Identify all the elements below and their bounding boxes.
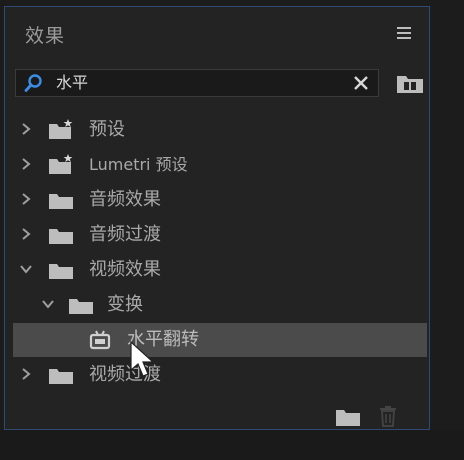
chevron-right-icon[interactable]	[19, 367, 33, 381]
tree-item-label: 视频效果	[89, 259, 161, 280]
outer-background	[0, 430, 464, 460]
tree-item-video-effects[interactable]: 视频效果	[5, 253, 429, 287]
preset-folder-icon	[49, 119, 73, 139]
tree-item-presets[interactable]: 预设	[5, 113, 429, 147]
tree-item-label: 预设	[89, 119, 125, 140]
tree-item-horizontal-flip[interactable]: 水平翻转	[13, 323, 427, 357]
close-icon[interactable]	[352, 74, 370, 92]
panel-title: 效果	[25, 25, 66, 47]
chevron-down-icon[interactable]	[41, 297, 55, 311]
tree-item-label: 音频效果	[89, 189, 161, 210]
search-value: 水平	[56, 73, 89, 92]
chevron-down-icon[interactable]	[19, 262, 33, 276]
effects-panel: 效果 水平 预设 Lumetri 预设 音频效果 音频过渡 视频效果 变换 水平…	[4, 6, 430, 430]
tree-item-audio-effects[interactable]: 音频效果	[5, 183, 429, 217]
chevron-right-icon[interactable]	[19, 192, 33, 206]
panel-footer	[5, 399, 431, 429]
tree-item-label: 变换	[107, 294, 143, 315]
trash-icon[interactable]	[377, 405, 399, 427]
tree-item-label: 音频过渡	[89, 224, 161, 245]
new-custom-bin-icon[interactable]	[395, 71, 425, 95]
effect-icon	[89, 330, 111, 350]
folder-icon	[49, 229, 73, 244]
folder-icon	[49, 194, 73, 209]
search-input[interactable]: 水平	[15, 69, 379, 97]
tree-item-audio-transitions[interactable]: 音频过渡	[5, 218, 429, 252]
tree-item-transform[interactable]: 变换	[5, 288, 429, 322]
preset-folder-icon	[49, 154, 73, 174]
tree-item-video-transitions[interactable]: 视频过渡	[5, 358, 429, 392]
chevron-right-icon[interactable]	[19, 227, 33, 241]
folder-icon	[49, 369, 73, 384]
chevron-right-icon[interactable]	[19, 157, 33, 171]
folder-icon	[49, 264, 73, 279]
tree-item-label: Lumetri 预设	[89, 155, 188, 174]
folder-icon	[69, 299, 93, 314]
search-icon	[24, 74, 42, 92]
new-folder-icon[interactable]	[335, 407, 361, 427]
hamburger-icon[interactable]	[397, 27, 411, 41]
tree-item-lumetri-presets[interactable]: Lumetri 预设	[5, 148, 429, 182]
mouse-cursor-icon	[130, 340, 155, 377]
chevron-right-icon[interactable]	[19, 122, 33, 136]
